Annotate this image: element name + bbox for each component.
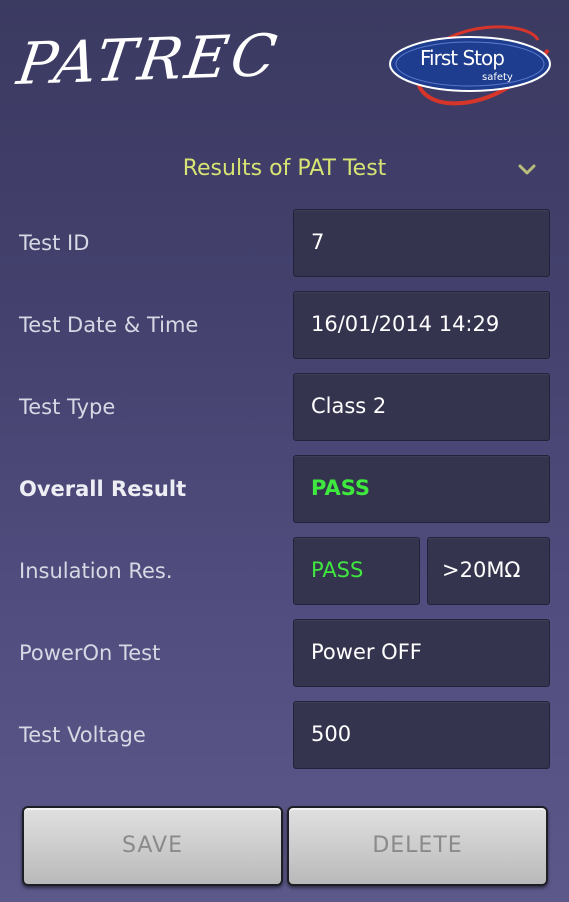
app-header: PATREC First Stop safety [0,0,569,140]
insulation-reading-field[interactable]: >20MΩ [427,537,550,605]
test-voltage-field[interactable]: 500 [293,701,550,769]
row-overall-result: Overall Result PASS [0,455,569,525]
test-datetime-field[interactable]: 16/01/2014 14:29 [293,291,550,359]
insulation-result-field[interactable]: PASS [293,537,420,605]
row-test-type: Test Type Class 2 [0,373,569,443]
save-button[interactable]: SAVE [22,806,283,886]
test-id-value: 7 [311,230,325,254]
overall-result-field[interactable]: PASS [293,455,550,523]
brand-name: First Stop [420,46,505,70]
results-title: Results of PAT Test [182,156,387,181]
test-id-field[interactable]: 7 [293,209,550,277]
row-test-id: Test ID 7 [0,209,569,279]
brand-logo-icon [389,25,551,106]
poweron-test-field[interactable]: Power OFF [293,619,550,687]
test-type-value: Class 2 [311,394,387,418]
insulation-reading-value: >20MΩ [442,558,521,582]
delete-button[interactable]: DELETE [287,806,548,886]
row-poweron-test: PowerOn Test Power OFF [0,619,569,689]
test-voltage-label: Test Voltage [19,723,146,747]
test-datetime-value: 16/01/2014 14:29 [311,312,500,336]
poweron-test-label: PowerOn Test [19,641,161,665]
app-logo: PATREC [13,20,284,98]
test-type-field[interactable]: Class 2 [293,373,550,441]
overall-result-label: Overall Result [19,477,187,501]
brand-subtitle: safety [482,72,513,83]
test-id-label: Test ID [19,231,90,255]
overall-result-value: PASS [311,476,371,500]
row-test-voltage: Test Voltage 500 [0,701,569,771]
results-section-header[interactable]: Results of PAT Test [0,148,569,194]
insulation-res-label: Insulation Res. [19,559,173,583]
test-voltage-value: 500 [311,722,352,746]
row-test-datetime: Test Date & Time 16/01/2014 14:29 [0,291,569,361]
poweron-test-value: Power OFF [311,640,422,664]
test-type-label: Test Type [19,395,116,419]
action-buttons: SAVE DELETE [22,806,549,888]
insulation-result-value: PASS [311,558,364,582]
row-insulation-res: Insulation Res. PASS >20MΩ [0,537,569,607]
chevron-down-icon[interactable] [516,158,538,180]
test-datetime-label: Test Date & Time [19,313,199,337]
